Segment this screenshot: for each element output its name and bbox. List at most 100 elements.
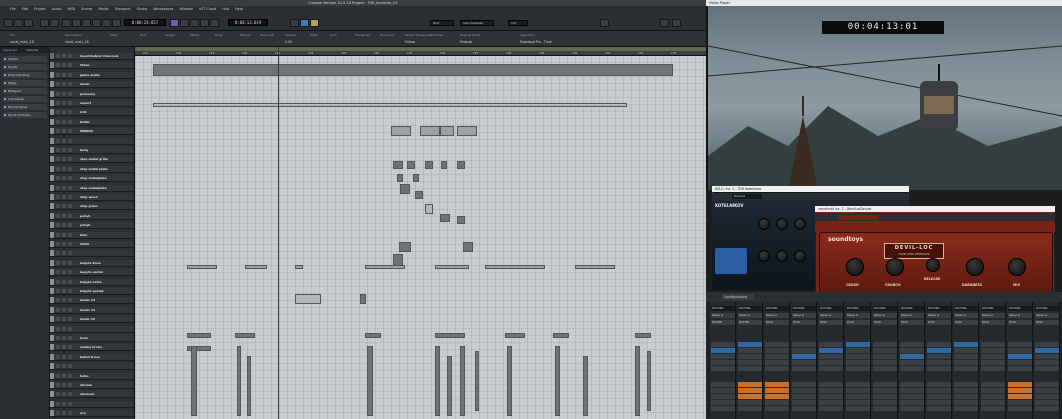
solo-button[interactable] [62,411,66,416]
primary-time-display[interactable]: 0:00:24.857 [124,19,166,26]
send-slot[interactable] [738,406,762,411]
send-slot[interactable] [981,406,1005,411]
solo-button[interactable] [62,317,66,322]
audio-event[interactable] [555,346,560,416]
menu-project[interactable]: Project [34,6,46,13]
insert-slot[interactable] [954,354,978,359]
record-button[interactable] [112,19,121,27]
audio-event[interactable] [457,161,465,169]
insert-slot[interactable] [819,348,843,353]
solo-button[interactable] [62,289,66,293]
solo-button[interactable] [62,345,66,350]
record-enable-button[interactable] [68,364,72,369]
audio-event[interactable] [440,126,454,136]
solo-button[interactable] [62,204,66,209]
insert-slot[interactable] [846,366,870,371]
insert-slot[interactable] [927,360,951,365]
insert-slot[interactable] [1008,348,1032,353]
routing-label[interactable]: ROUTING [927,306,951,311]
send-slot[interactable] [927,394,951,399]
solo-button[interactable] [62,82,66,87]
mixer-channel-strip[interactable]: ROUTING Stereo In ROLO [818,302,844,419]
routing-label[interactable]: ROUTING [873,306,897,311]
input-routing-select[interactable]: Stereo In [927,313,951,318]
insert-slot[interactable] [738,360,762,365]
send-slot[interactable] [927,406,951,411]
input-routing-select[interactable]: Stereo In [819,313,843,318]
send-slot[interactable] [900,406,924,411]
record-enable-button[interactable] [68,213,72,218]
send-slot[interactable] [711,400,735,405]
insert-slot[interactable] [1035,342,1059,347]
send-slot[interactable] [765,388,789,393]
insert-slot[interactable] [819,366,843,371]
send-slot[interactable] [846,388,870,393]
mixer-channel-strip[interactable]: ROUTING Stereo In ROLO [980,302,1006,419]
configurations-button[interactable]: Configurations [722,294,754,300]
send-slot[interactable] [1008,400,1032,405]
send-slot[interactable] [738,382,762,387]
send-slot[interactable] [900,388,924,393]
output-routing-select[interactable]: ROLO [792,320,816,325]
mute-button[interactable] [56,251,60,256]
mute-button[interactable] [56,364,60,369]
output-routing-select[interactable]: ROLO [954,320,978,325]
mixer-channel-strip[interactable]: ROUTING Stereo In ROLO [1007,302,1033,419]
insert-slot[interactable] [927,348,951,353]
insert-slot[interactable] [981,348,1005,353]
mixer-channel-strip[interactable]: ROUTING Stereo In ROLO [764,302,790,419]
insert-slot[interactable] [927,342,951,347]
send-slot[interactable] [900,394,924,399]
darkness-knob[interactable] [966,258,984,276]
project-event-area[interactable] [135,56,706,419]
solo-button[interactable] [62,157,66,162]
send-slot[interactable] [846,394,870,399]
tab-visibility[interactable]: Visibility [26,47,39,53]
audio-event[interactable] [153,64,673,76]
send-slot[interactable] [1035,388,1059,393]
routing-label[interactable]: ROUTING [765,306,789,311]
inspector-toggle-button[interactable] [14,19,23,27]
insert-slot[interactable] [738,366,762,371]
track-row[interactable]: kruh [50,335,134,342]
routing-label[interactable]: ROUTING [900,306,924,311]
track-row[interactable]: Video [50,62,134,70]
automation-mode-button[interactable] [290,19,299,27]
send-slot[interactable] [792,388,816,393]
solo-button[interactable] [62,148,66,152]
send-slot[interactable] [765,394,789,399]
info-value[interactable]: 0.00 [285,40,292,44]
activate-project-button[interactable] [4,19,13,27]
audio-event[interactable] [365,265,405,269]
insert-slot[interactable] [846,348,870,353]
output-routing-select[interactable]: MASTER [738,320,762,325]
send-slot[interactable] [873,388,897,393]
menu-file[interactable]: File [10,6,16,13]
mute-button[interactable] [56,110,60,115]
solo-button[interactable] [62,223,66,228]
mute-button[interactable] [56,119,60,124]
input-routing-select[interactable]: Stereo In [1008,313,1032,318]
play-button[interactable] [102,19,111,27]
send-slot[interactable] [1008,394,1032,399]
track-row[interactable]: step metalplate [50,175,134,183]
routing-label[interactable]: ROUTING [954,306,978,311]
send-slot[interactable] [819,382,843,387]
record-enable-button[interactable] [68,279,72,284]
insert-slot[interactable] [1035,354,1059,359]
audio-event[interactable] [440,214,450,222]
inspector-section-inserts[interactable]: Inserts [3,56,47,62]
solo-button[interactable] [62,354,66,359]
insert-slot[interactable] [792,342,816,347]
forward-button[interactable] [72,19,81,27]
mute-button[interactable] [56,213,60,218]
record-enable-button[interactable] [68,148,72,152]
record-enable-button[interactable] [68,63,72,68]
insert-slot[interactable] [738,348,762,353]
input-routing-select[interactable]: Stereo In [765,313,789,318]
solo-button[interactable] [62,54,66,58]
solo-button[interactable] [62,251,66,256]
record-enable-button[interactable] [68,223,72,228]
mute-button[interactable] [56,289,60,293]
audio-event[interactable] [367,346,373,416]
